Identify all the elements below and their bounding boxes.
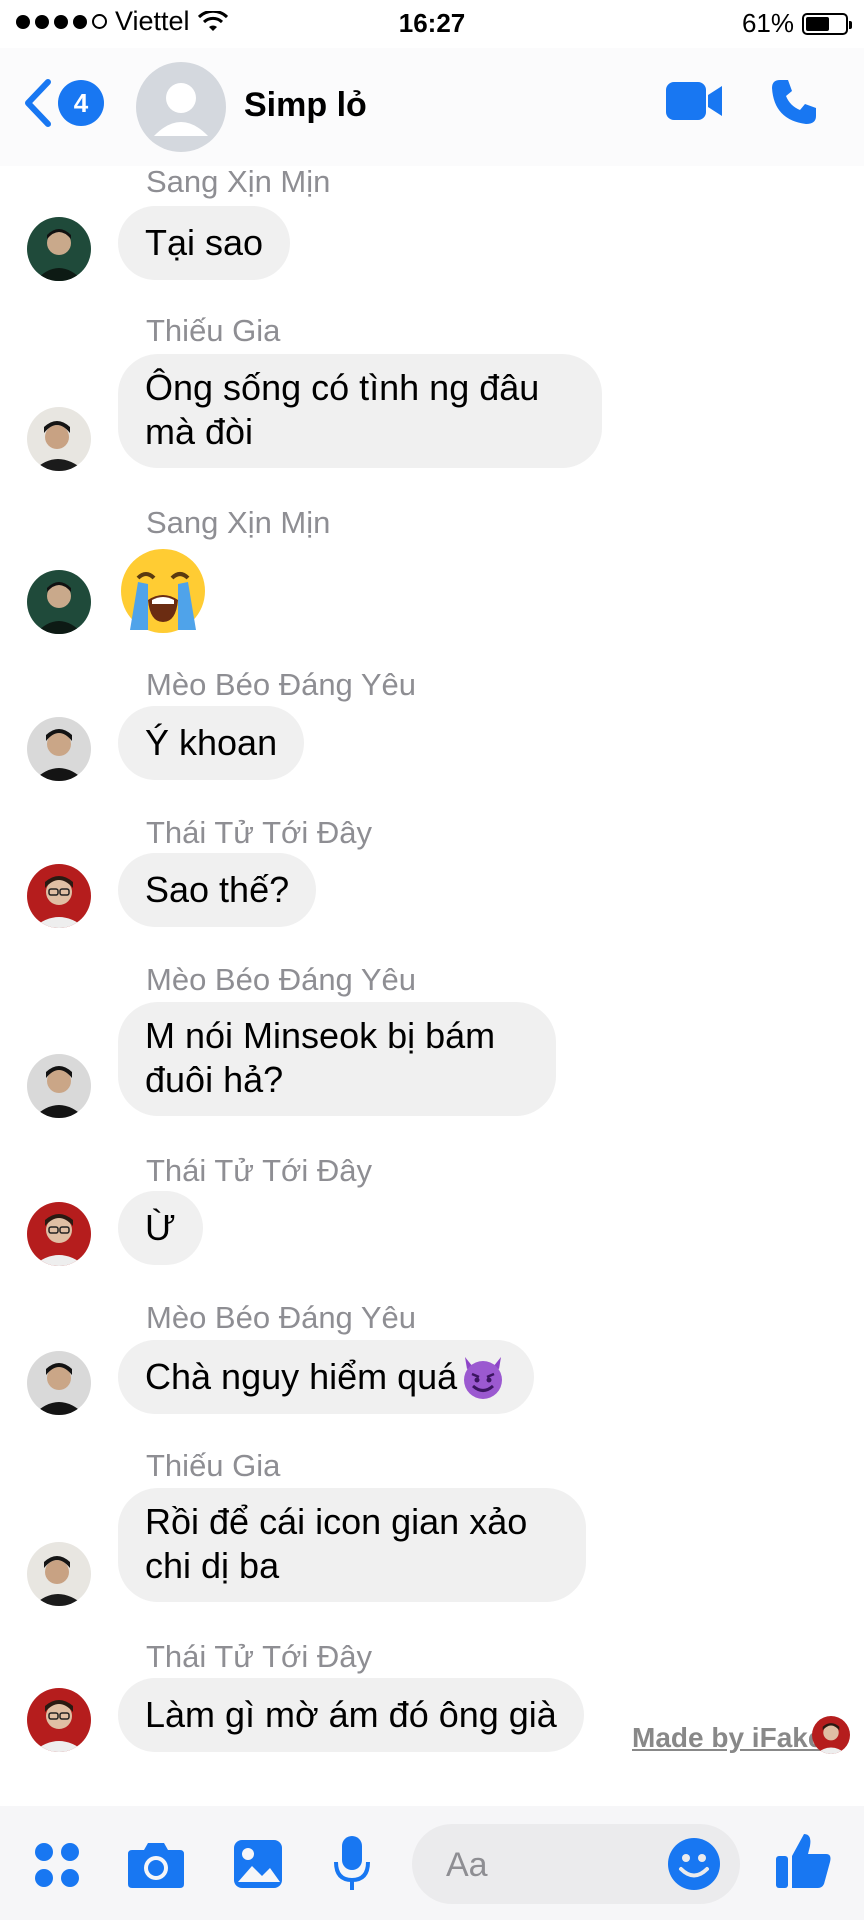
avatar[interactable] <box>27 217 91 281</box>
video-call-icon[interactable] <box>664 78 724 124</box>
watermark-avatar <box>812 1716 850 1754</box>
battery-area: 61% <box>741 8 852 39</box>
avatar[interactable] <box>27 1688 91 1752</box>
message-bubble[interactable]: M nói Minseok bị bám đuôi hả? <box>118 1002 556 1116</box>
apps-grid-icon[interactable] <box>32 1840 82 1890</box>
watermark: Made by iFake <box>632 1722 824 1753</box>
sender-name: Mèo Béo Đáng Yêu <box>146 962 417 997</box>
avatar[interactable] <box>27 1202 91 1266</box>
chevron-left-icon <box>25 79 51 127</box>
message-text: Ý khoan <box>145 722 278 763</box>
message-bubble[interactable]: Chà nguy hiểm quá <box>118 1340 535 1414</box>
sender-name: Thái Tử Tới Đây <box>146 815 372 850</box>
sender-name: Sang Xịn Mịn <box>146 164 331 199</box>
camera-icon[interactable] <box>126 1840 186 1890</box>
message-text: Rồi để cái icon gian xảo <box>145 1501 528 1542</box>
message-bubble[interactable]: Ông sống có tình ng đâu mà đòi <box>118 354 602 468</box>
message-text: Chà nguy hiểm quá <box>145 1356 458 1397</box>
message-text: Ông sống có tình ng đâu <box>145 367 540 408</box>
battery-percent: 61% <box>741 8 794 38</box>
microphone-icon[interactable] <box>332 1834 372 1894</box>
message-text: Sao thế? <box>145 869 290 910</box>
message-text: M nói Minseok bị bám <box>145 1015 496 1056</box>
composer-bar: Aa <box>0 1806 864 1920</box>
input-placeholder: Aa <box>446 1846 488 1884</box>
group-avatar[interactable] <box>136 62 226 152</box>
message-bubble[interactable]: Rồi để cái icon gian xảo chi dị ba <box>118 1488 586 1602</box>
message-bubble[interactable]: Tại sao <box>118 206 291 280</box>
avatar[interactable] <box>27 1054 91 1118</box>
sender-name: Thiếu Gia <box>146 313 281 348</box>
avatar[interactable] <box>27 570 91 634</box>
message-bubble[interactable]: Làm gì mờ ám đó ông già <box>118 1678 584 1752</box>
message-input[interactable]: Aa <box>412 1824 740 1904</box>
clock: 16:27 <box>398 8 466 38</box>
back-button[interactable]: 4 <box>22 78 104 128</box>
message-text: Ừ <box>145 1207 176 1248</box>
message-text: mà đòi <box>145 411 254 452</box>
phone-icon[interactable] <box>768 76 820 128</box>
avatar[interactable] <box>27 717 91 781</box>
sender-name: Thái Tử Tới Đây <box>146 1639 372 1674</box>
status-bar: Viettel 16:27 61% <box>0 0 864 46</box>
person-icon <box>154 83 208 136</box>
avatar[interactable] <box>27 1351 91 1415</box>
message-text: đuôi hả? <box>145 1059 284 1100</box>
sender-name: Mèo Béo Đáng Yêu <box>146 1300 417 1335</box>
message-bubble[interactable]: Ý khoan <box>118 706 305 780</box>
sender-name: Sang Xịn Mịn <box>146 505 331 540</box>
avatar[interactable] <box>27 407 91 471</box>
loudly-crying-face-icon[interactable] <box>118 546 208 636</box>
unread-badge: 4 <box>58 80 104 126</box>
message-text: Làm gì mờ ám đó ông già <box>145 1694 557 1735</box>
message-bubble[interactable]: Sao thế? <box>118 853 317 927</box>
avatar[interactable] <box>27 864 91 928</box>
battery-icon <box>802 12 852 35</box>
message-text: chi dị ba <box>145 1545 280 1586</box>
message-text: Tại sao <box>145 222 264 263</box>
chat-header: 4 Simp lỏ <box>0 48 864 166</box>
conversation-title[interactable]: Simp lỏ <box>244 86 367 125</box>
photo-icon[interactable] <box>232 1838 284 1890</box>
thumbs-up-icon[interactable] <box>774 1830 834 1892</box>
sender-name: Thiếu Gia <box>146 1448 281 1483</box>
avatar[interactable] <box>27 1542 91 1606</box>
sender-name: Thái Tử Tới Đây <box>146 1153 372 1188</box>
emoji-icon[interactable] <box>666 1836 722 1892</box>
smiling-devil-icon <box>464 1357 503 1399</box>
sender-name: Mèo Béo Đáng Yêu <box>146 667 417 702</box>
message-bubble[interactable]: Ừ <box>118 1191 203 1265</box>
